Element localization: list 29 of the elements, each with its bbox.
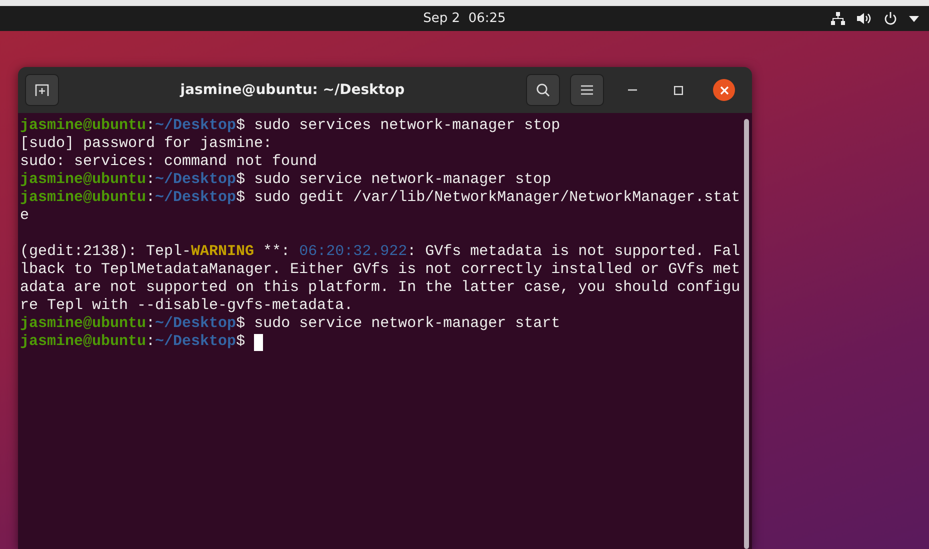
- terminal-line: lback to TeplMetadataManager. Either GVfs is not correctly installed or GVfs met: [20, 261, 740, 279]
- terminal-line: jasmine@ubuntu:~/Desktop$ sudo services network-manager stop: [20, 117, 560, 135]
- close-button[interactable]: [713, 79, 735, 101]
- menu-button[interactable]: [570, 74, 604, 106]
- terminal-line: re Tepl with --disable-gvfs-metadata.: [20, 297, 354, 315]
- scrollbar[interactable]: [744, 119, 749, 549]
- menu-icon: [581, 85, 593, 95]
- network-icon[interactable]: [831, 12, 845, 25]
- terminal-line: jasmine@ubuntu:~/Desktop$ sudo service network-manager stop: [20, 171, 552, 189]
- maximize-icon: [674, 86, 682, 94]
- terminal-line: jasmine@ubuntu:~/Desktop$ sudo gedit /var/lib/NetworkManager/NetworkManager.stat: [20, 189, 740, 207]
- clock[interactable]: Sep 2 06:25: [423, 11, 506, 26]
- terminal-line: e: [20, 207, 30, 225]
- terminal-line: [sudo] password for jasmine:: [20, 135, 272, 153]
- terminal-line: jasmine@ubuntu:~/Desktop$ sudo service network-manager start: [20, 315, 560, 333]
- new-tab-icon: [35, 84, 49, 96]
- terminal-line: adata are not supported on this platform. In the latter case, you should configu: [20, 279, 740, 297]
- power-icon[interactable]: [884, 12, 897, 25]
- terminal-line: (gedit:2138): Tepl-WARNING **: 06:20:32.922: GVfs metadata is not supported. Fal: [20, 243, 740, 261]
- terminal-line: sudo: services: command not found: [20, 153, 318, 171]
- close-icon: [720, 86, 728, 94]
- window-title: jasmine@ubuntu: ~/Desktop: [178, 82, 406, 98]
- terminal-line: jasmine@ubuntu:~/Desktop$: [20, 333, 246, 351]
- volume-icon[interactable]: [857, 12, 872, 25]
- minimize-icon: [628, 89, 636, 91]
- new-tab-button[interactable]: [25, 74, 59, 106]
- search-icon: [536, 83, 550, 97]
- dropdown-caret-icon[interactable]: [909, 16, 919, 22]
- search-button[interactable]: [526, 74, 560, 106]
